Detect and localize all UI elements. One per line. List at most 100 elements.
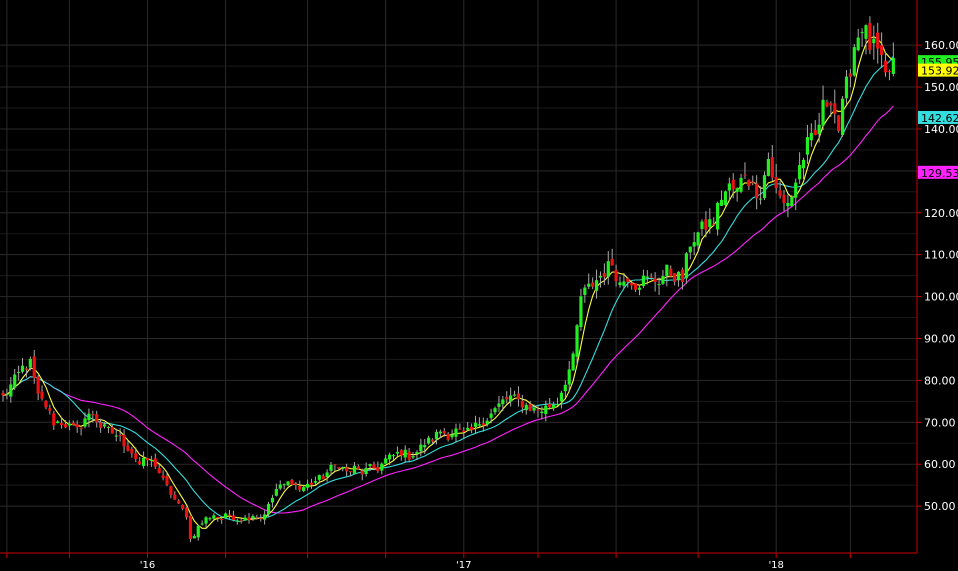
candle-body <box>56 421 60 424</box>
x-tick-label: '17 <box>456 560 471 571</box>
candle-body <box>290 479 294 485</box>
candle-body <box>618 282 622 286</box>
candle-body <box>44 400 48 408</box>
candle-body <box>848 73 852 77</box>
candle-body <box>567 369 571 385</box>
y-tick-label: 120.00 <box>924 207 958 220</box>
candle-body <box>872 38 876 44</box>
candle-body <box>220 518 224 520</box>
candle-body <box>833 103 837 115</box>
candle-body <box>438 431 442 434</box>
candle-body <box>719 199 724 206</box>
candle-body <box>887 70 892 72</box>
candle-body <box>40 391 44 399</box>
candle-body <box>372 464 376 469</box>
candle-body <box>200 523 204 525</box>
candle-body <box>243 517 247 521</box>
stock-chart: 160.00150.00140.00130.00120.00110.00100.… <box>0 0 958 571</box>
candle-body <box>83 418 87 427</box>
candle-body <box>1 392 5 396</box>
candle-body <box>540 411 544 414</box>
candle-body <box>126 445 130 451</box>
candle-body <box>395 451 400 454</box>
candle-body <box>454 428 458 437</box>
candle-body <box>79 427 83 429</box>
candle-body <box>770 157 774 178</box>
candle-body <box>247 517 251 521</box>
candle-body <box>384 458 388 464</box>
candle-body <box>864 25 868 39</box>
candle-body <box>868 23 872 50</box>
candle-body <box>880 45 884 55</box>
candle-body <box>462 430 466 432</box>
candle-body <box>509 395 513 402</box>
candle-body <box>653 278 657 283</box>
candle-body <box>766 159 770 176</box>
candle-body <box>751 181 755 183</box>
candle-body <box>212 515 216 519</box>
candle-body <box>829 103 833 106</box>
candle-body <box>141 457 146 466</box>
candle-body <box>309 482 314 485</box>
y-tick-label: 60.00 <box>924 458 956 471</box>
candle-body <box>786 202 790 207</box>
candle-body <box>184 507 189 518</box>
candle-body <box>528 404 532 411</box>
candle-body <box>145 458 150 461</box>
candle-body <box>739 177 743 192</box>
candle-body <box>110 426 114 434</box>
candle-body <box>286 481 290 486</box>
candle-body <box>356 466 360 469</box>
candle-body <box>536 409 540 411</box>
candle-body <box>813 130 817 136</box>
candle-body <box>274 489 278 496</box>
candle-body <box>524 404 528 411</box>
candle-body <box>235 520 239 522</box>
candle-body <box>427 437 431 444</box>
candle-body <box>138 461 142 465</box>
y-tick-label: 150.00 <box>924 81 958 94</box>
candle-body <box>790 197 794 207</box>
candle-body <box>571 353 575 371</box>
candle-body <box>598 275 603 278</box>
candle-body <box>149 459 153 461</box>
candle-body <box>466 427 470 430</box>
candle-body <box>227 514 232 516</box>
candle-body <box>563 384 567 392</box>
candle-body <box>544 405 548 415</box>
candle-body <box>661 276 665 284</box>
candle-body <box>157 467 161 474</box>
candle-body <box>102 424 107 427</box>
x-tick-label: '16 <box>140 560 155 571</box>
candle-body <box>345 467 349 472</box>
candle-body <box>122 434 126 447</box>
candle-body <box>71 422 75 425</box>
candle-body <box>360 470 364 475</box>
candle-body <box>75 424 79 428</box>
candle-body <box>825 102 829 107</box>
candle-body <box>446 433 450 440</box>
candle-body <box>153 458 157 467</box>
candle-body <box>505 396 509 400</box>
ma-mid-line <box>2 55 894 523</box>
candle-body <box>9 384 13 397</box>
candle-body <box>552 404 556 409</box>
candle-body <box>626 278 630 282</box>
candle-body <box>801 159 806 169</box>
candle-body <box>278 484 282 489</box>
candle-body <box>28 358 32 368</box>
candle-body <box>294 483 298 485</box>
candle-body <box>239 520 243 522</box>
candle-body <box>223 513 228 518</box>
candle-body <box>680 269 685 283</box>
candle-body <box>575 325 579 357</box>
candle-body <box>844 76 849 99</box>
candle-body <box>821 99 825 126</box>
ma-slow-line <box>2 105 894 514</box>
price-tags: 155.95153.92142.62129.53 <box>918 55 958 180</box>
candle-body <box>641 275 646 287</box>
candle-body <box>891 58 895 74</box>
candle-body <box>606 261 610 277</box>
candle-body <box>380 463 384 471</box>
price-tag-label: 153.92 <box>921 65 958 78</box>
